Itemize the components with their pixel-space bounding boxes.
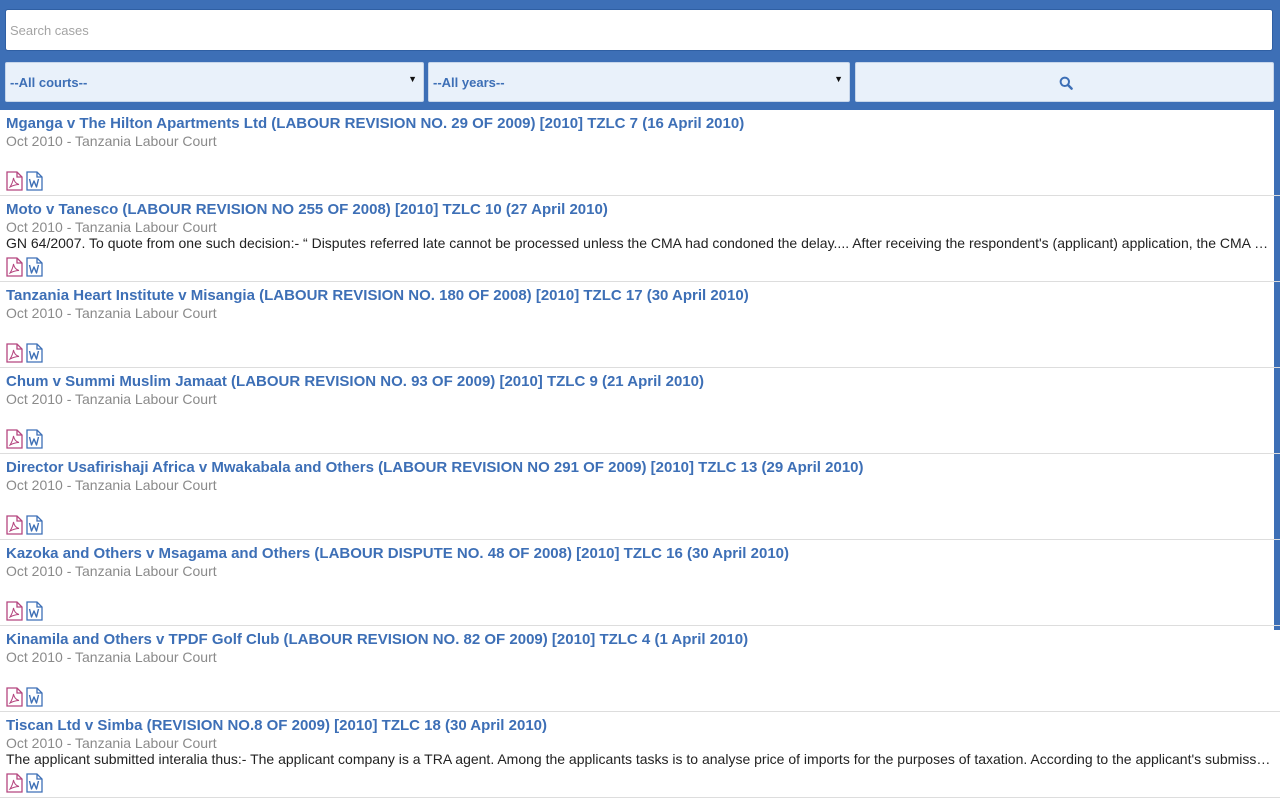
result-downloads — [6, 515, 46, 535]
result-item: Chum v Summi Muslim Jamaat (LABOUR REVIS… — [0, 368, 1280, 454]
result-meta: Oct 2010 - Tanzania Labour Court — [6, 735, 217, 751]
result-meta: Oct 2010 - Tanzania Labour Court — [6, 649, 217, 665]
word-file-icon[interactable] — [26, 515, 43, 535]
pdf-file-icon[interactable] — [6, 601, 23, 621]
word-file-icon[interactable] — [26, 171, 43, 191]
courts-select[interactable]: --All courts-- ▼ — [5, 62, 424, 102]
search-toolbar: --All courts-- ▼ --All years-- ▼ — [0, 0, 1280, 110]
result-meta: Oct 2010 - Tanzania Labour Court — [6, 133, 217, 149]
result-downloads — [6, 343, 46, 363]
result-title-link[interactable]: Kinamila and Others v TPDF Golf Club (LA… — [6, 631, 748, 648]
result-downloads — [6, 171, 46, 191]
result-downloads — [6, 601, 46, 621]
result-snippet: GN 64/2007. To quote from one such decis… — [6, 235, 1269, 251]
word-file-icon[interactable] — [26, 429, 43, 449]
years-select[interactable]: --All years-- ▼ — [428, 62, 850, 102]
chevron-down-icon: ▼ — [408, 74, 417, 84]
pdf-file-icon[interactable] — [6, 429, 23, 449]
result-meta: Oct 2010 - Tanzania Labour Court — [6, 391, 217, 407]
result-title-link[interactable]: Tanzania Heart Institute v Misangia (LAB… — [6, 287, 749, 304]
result-downloads — [6, 429, 46, 449]
pdf-file-icon[interactable] — [6, 257, 23, 277]
search-icon — [1059, 76, 1073, 90]
pdf-file-icon[interactable] — [6, 687, 23, 707]
pdf-file-icon[interactable] — [6, 515, 23, 535]
pdf-file-icon[interactable] — [6, 343, 23, 363]
result-meta: Oct 2010 - Tanzania Labour Court — [6, 305, 217, 321]
result-item: Moto v Tanesco (LABOUR REVISION NO 255 O… — [0, 196, 1280, 282]
result-meta: Oct 2010 - Tanzania Labour Court — [6, 477, 217, 493]
result-title-link[interactable]: Mganga v The Hilton Apartments Ltd (LABO… — [6, 115, 744, 132]
result-item: Kinamila and Others v TPDF Golf Club (LA… — [0, 626, 1280, 712]
result-title-link[interactable]: Kazoka and Others v Msagama and Others (… — [6, 545, 789, 562]
result-item: Kazoka and Others v Msagama and Others (… — [0, 540, 1280, 626]
result-title-link[interactable]: Chum v Summi Muslim Jamaat (LABOUR REVIS… — [6, 373, 704, 390]
courts-select-value: --All courts-- — [10, 75, 88, 90]
search-button[interactable] — [855, 62, 1274, 102]
chevron-down-icon: ▼ — [834, 74, 843, 84]
result-item: Mganga v The Hilton Apartments Ltd (LABO… — [0, 110, 1280, 196]
result-title-link[interactable]: Tiscan Ltd v Simba (REVISION NO.8 OF 200… — [6, 717, 547, 734]
results-list: Mganga v The Hilton Apartments Ltd (LABO… — [0, 110, 1280, 798]
result-title-link[interactable]: Director Usafirishaji Africa v Mwakabala… — [6, 459, 864, 476]
search-input[interactable] — [5, 9, 1273, 51]
years-select-value: --All years-- — [433, 75, 505, 90]
word-file-icon[interactable] — [26, 343, 43, 363]
word-file-icon[interactable] — [26, 601, 43, 621]
word-file-icon[interactable] — [26, 257, 43, 277]
pdf-file-icon[interactable] — [6, 171, 23, 191]
result-downloads — [6, 687, 46, 707]
result-meta: Oct 2010 - Tanzania Labour Court — [6, 219, 217, 235]
result-item: Tiscan Ltd v Simba (REVISION NO.8 OF 200… — [0, 712, 1280, 798]
result-item: Director Usafirishaji Africa v Mwakabala… — [0, 454, 1280, 540]
result-snippet: The applicant submitted interalia thus:-… — [6, 751, 1272, 767]
pdf-file-icon[interactable] — [6, 773, 23, 793]
result-downloads — [6, 257, 46, 277]
result-meta: Oct 2010 - Tanzania Labour Court — [6, 563, 217, 579]
result-downloads — [6, 773, 46, 793]
result-item: Tanzania Heart Institute v Misangia (LAB… — [0, 282, 1280, 368]
result-title-link[interactable]: Moto v Tanesco (LABOUR REVISION NO 255 O… — [6, 201, 608, 218]
word-file-icon[interactable] — [26, 687, 43, 707]
word-file-icon[interactable] — [26, 773, 43, 793]
